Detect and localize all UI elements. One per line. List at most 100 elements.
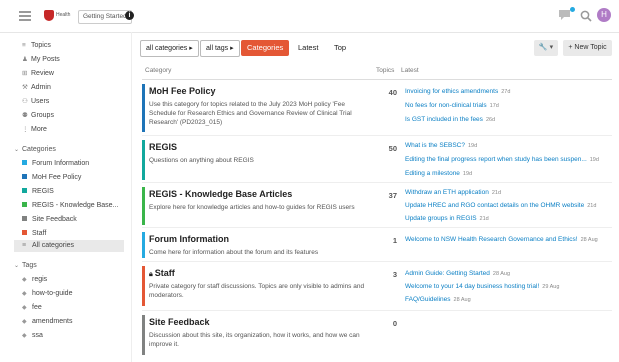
categories-section-toggle[interactable]: ⌄ Categories bbox=[14, 144, 56, 156]
category-description: Questions on anything about REGIS bbox=[149, 157, 254, 164]
logo-text: Health bbox=[56, 12, 71, 18]
category-name[interactable]: Site Feedback bbox=[149, 317, 210, 327]
wrench-icon: ⚒ bbox=[22, 84, 28, 91]
latest-topic[interactable]: Withdraw an ETH application 21d bbox=[405, 189, 615, 196]
categories-dropdown[interactable]: all categories ▸ bbox=[140, 40, 199, 57]
category-description: Use this category for topics related to … bbox=[149, 101, 352, 126]
tags-section-toggle[interactable]: ⌄ Tags bbox=[14, 260, 37, 272]
category-row-staff[interactable]: 🔒︎ Staff Private category for staff discu… bbox=[142, 262, 612, 311]
category-row-regis-kb[interactable]: REGIS - Knowledge Base Articles Explore … bbox=[142, 183, 612, 228]
category-color-bar bbox=[142, 140, 145, 180]
category-row-forum-information[interactable]: Forum Information Come here for informat… bbox=[142, 228, 612, 262]
category-row-regis[interactable]: REGIS Questions on anything about REGIS … bbox=[142, 136, 612, 183]
sidebar-item-review[interactable]: ⊞ Review bbox=[22, 68, 54, 80]
latest-topic[interactable]: Editing the final progress report when s… bbox=[405, 156, 615, 163]
getting-started-button[interactable]: Getting Started bbox=[78, 10, 132, 24]
latest-topic[interactable]: No fees for non-clinical trials 17d bbox=[405, 102, 615, 109]
category-description: Explore here for knowledge articles and … bbox=[149, 204, 355, 211]
sidebar-category-staff[interactable]: Staff bbox=[22, 228, 46, 240]
tab-latest[interactable]: Latest bbox=[292, 40, 324, 56]
more-icon: ⋮ bbox=[22, 126, 29, 133]
category-color-square bbox=[22, 215, 27, 221]
site-header: Health Getting Started i H bbox=[0, 0, 619, 33]
sidebar-item-my-posts[interactable]: ♟ My Posts bbox=[22, 54, 60, 66]
category-name[interactable]: REGIS - Knowledge Base Articles bbox=[149, 189, 292, 199]
chevron-down-icon: ⌄ bbox=[14, 147, 20, 153]
category-name[interactable]: REGIS bbox=[149, 142, 177, 152]
user-icon: ♟ bbox=[22, 56, 28, 63]
category-color-square bbox=[22, 229, 27, 235]
sidebar-item-users[interactable]: ⚇ Users bbox=[22, 96, 49, 108]
sidebar-category-regis[interactable]: REGIS bbox=[22, 186, 54, 198]
tag-icon: ◆ bbox=[22, 305, 27, 311]
latest-topic[interactable]: Welcome to NSW Health Research Governanc… bbox=[405, 236, 615, 243]
sidebar-category-moh-fee-policy[interactable]: MoH Fee Policy bbox=[22, 172, 81, 184]
sidebar-tag[interactable]: ◆ how-to-guide bbox=[22, 288, 72, 300]
sidebar-tag[interactable]: ◆ fee bbox=[22, 302, 42, 314]
topic-count: 3 bbox=[392, 270, 397, 279]
category-name[interactable]: Forum Information bbox=[149, 234, 229, 244]
sidebar-tag[interactable]: ◆ amendments bbox=[22, 316, 72, 328]
sidebar-tag[interactable]: ◆ ssa bbox=[22, 330, 43, 342]
search-icon[interactable] bbox=[580, 10, 592, 22]
sidebar-item-groups[interactable]: ⚉ Groups bbox=[22, 110, 54, 122]
column-header-category: Category bbox=[145, 67, 172, 74]
tag-icon: ◆ bbox=[22, 333, 27, 339]
category-color-bar bbox=[142, 232, 145, 258]
admin-wrench-button[interactable]: 🔧 ▾ bbox=[534, 40, 558, 56]
sidebar-category-site-feedback[interactable]: Site Feedback bbox=[22, 214, 77, 226]
avatar[interactable]: H bbox=[597, 8, 611, 22]
sidebar: ≡ Topics ♟ My Posts ⊞ Review ⚒ Admin ⚇ Users … bbox=[0, 32, 128, 362]
tab-categories[interactable]: Categories bbox=[241, 40, 290, 56]
review-icon: ⊞ bbox=[22, 70, 28, 77]
sidebar-item-more[interactable]: ⋮ More bbox=[22, 124, 47, 136]
info-icon[interactable]: i bbox=[125, 11, 134, 20]
sidebar-item-topics[interactable]: ≡ Topics bbox=[22, 40, 51, 52]
tag-icon: ◆ bbox=[22, 291, 27, 297]
category-color-bar bbox=[142, 84, 145, 132]
latest-topic[interactable]: Update HREC and RGO contact details on t… bbox=[405, 202, 615, 209]
hamburger-menu-icon[interactable] bbox=[19, 11, 31, 21]
category-name[interactable]: 🔒︎ Staff bbox=[149, 268, 175, 279]
sidebar-category-regis-kb[interactable]: REGIS - Knowledge Base... bbox=[22, 200, 118, 212]
sidebar-all-categories[interactable]: ≡ All categories bbox=[22, 240, 74, 252]
latest-topic[interactable]: Welcome to your 14 day business hosting … bbox=[405, 283, 615, 290]
category-description: Private category for staff discussions. … bbox=[149, 283, 365, 299]
category-color-bar bbox=[142, 266, 145, 306]
tags-dropdown[interactable]: all tags ▸ bbox=[200, 40, 240, 57]
category-color-square bbox=[22, 173, 27, 179]
tab-top[interactable]: Top bbox=[328, 40, 352, 56]
latest-topic[interactable]: What is the SEBSC? 19d bbox=[405, 142, 615, 149]
category-description: Discussion about this site, its organiza… bbox=[149, 332, 360, 348]
logo-mark bbox=[44, 10, 54, 21]
tag-icon: ◆ bbox=[22, 277, 27, 283]
sidebar-tag[interactable]: ◆ regis bbox=[22, 274, 47, 286]
category-description: Come here for information about the foru… bbox=[149, 249, 319, 256]
category-color-bar bbox=[142, 187, 145, 225]
sidebar-category-forum-information[interactable]: Forum Information bbox=[22, 158, 89, 170]
latest-topic[interactable]: Editing a milestone 19d bbox=[405, 170, 615, 177]
latest-topic[interactable]: FAQ/Guidelines 28 Aug bbox=[405, 296, 615, 303]
sidebar-item-admin[interactable]: ⚒ Admin bbox=[22, 82, 51, 94]
latest-topic[interactable]: Is GST included in the fees 26d bbox=[405, 116, 615, 123]
tag-icon: ◆ bbox=[22, 319, 27, 325]
category-color-square bbox=[22, 187, 27, 193]
topics-icon: ≡ bbox=[22, 42, 26, 49]
topic-count: 1 bbox=[392, 236, 397, 245]
latest-topic[interactable]: Invoicing for ethics amendments 27d bbox=[405, 88, 615, 95]
category-row-moh-fee-policy[interactable]: MoH Fee Policy Use this category for top… bbox=[142, 80, 612, 136]
chat-icon[interactable] bbox=[558, 9, 571, 21]
lock-icon: 🔒︎ bbox=[149, 271, 153, 278]
users-icon: ⚇ bbox=[22, 98, 28, 105]
category-name[interactable]: MoH Fee Policy bbox=[149, 86, 216, 96]
latest-topic[interactable]: Update groups in REGIS 21d bbox=[405, 215, 615, 222]
site-logo[interactable]: Health bbox=[44, 9, 74, 23]
category-row-site-feedback[interactable]: Site Feedback Discussion about this site… bbox=[142, 311, 612, 357]
new-topic-button[interactable]: + New Topic bbox=[563, 40, 612, 56]
latest-topic[interactable]: Admin Guide: Getting Started 28 Aug bbox=[405, 270, 615, 277]
topic-count: 0 bbox=[392, 319, 397, 328]
category-color-square bbox=[22, 159, 27, 165]
category-color-bar bbox=[142, 315, 145, 355]
column-header-latest: Latest bbox=[401, 67, 419, 74]
chevron-down-icon: ⌄ bbox=[14, 263, 20, 269]
